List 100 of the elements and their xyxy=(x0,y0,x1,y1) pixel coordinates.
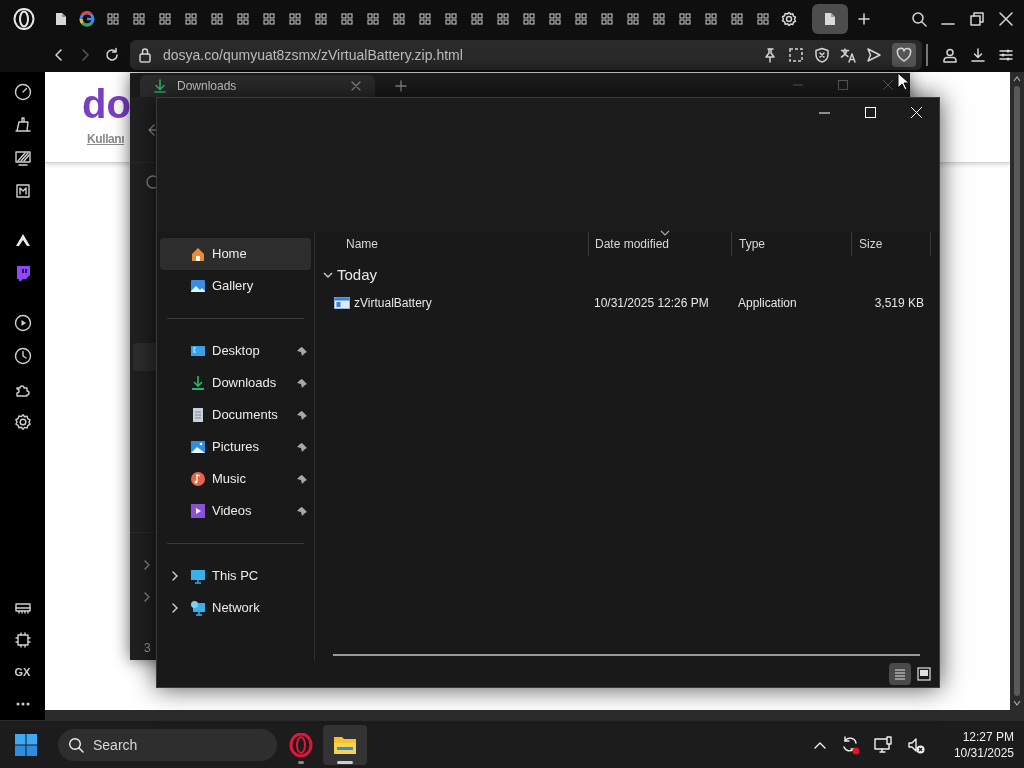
settings-icon xyxy=(781,11,797,27)
nav-item[interactable]: Downloads xyxy=(160,367,311,399)
grid-icon xyxy=(159,13,171,25)
column-header[interactable]: Type xyxy=(731,232,851,256)
nav-item[interactable]: This PC xyxy=(160,560,311,592)
grid-icon xyxy=(237,13,249,25)
play-icon[interactable] xyxy=(13,313,32,332)
nav-item[interactable]: Home xyxy=(160,238,311,270)
column-header[interactable]: Date modified xyxy=(588,232,731,256)
plus-icon[interactable] xyxy=(395,80,407,92)
clock[interactable]: 12:27 PM 10/31/2025 xyxy=(934,728,1014,761)
translate-icon[interactable] xyxy=(840,47,856,63)
status-text: 3 xyxy=(144,640,151,657)
file-type: Application xyxy=(738,296,797,310)
heart-button[interactable] xyxy=(892,43,916,67)
document-icon xyxy=(55,12,67,26)
file-row[interactable]: zVirtualBattery 10/31/2025 12:26 PM Application 3,519 KB xyxy=(315,292,939,314)
pin-icon[interactable] xyxy=(762,47,778,63)
striped-screen-icon[interactable] xyxy=(13,148,32,167)
grid-icon xyxy=(601,13,613,25)
grid-icon xyxy=(211,13,223,25)
group-header[interactable]: Today xyxy=(337,263,378,287)
grid-icon xyxy=(185,13,197,25)
browser-tab[interactable] xyxy=(812,4,848,34)
grid-icon xyxy=(731,13,743,25)
nav-item[interactable]: Gallery xyxy=(160,270,311,302)
grid-icon xyxy=(419,13,431,25)
grid-icon xyxy=(445,13,457,25)
page-link[interactable]: Kullanı xyxy=(87,130,125,148)
download-icon[interactable] xyxy=(970,47,986,63)
music-note-icon xyxy=(190,471,206,487)
nav-item[interactable]: Pictures xyxy=(160,431,311,463)
download-icon xyxy=(190,375,206,391)
grid-icon xyxy=(393,13,405,25)
url-text: dosya.co/qumyuat8zsmx/zVirtualBattery.zip.html xyxy=(163,45,463,65)
opera-logo-icon[interactable] xyxy=(13,8,35,30)
maximize-icon[interactable] xyxy=(837,80,848,90)
menu-icon[interactable] xyxy=(998,47,1014,63)
search-field[interactable]: Search xyxy=(58,728,277,761)
maximize-icon xyxy=(864,106,876,118)
gallery-icon xyxy=(190,278,206,294)
network-icon xyxy=(190,600,206,616)
speedometer-icon[interactable] xyxy=(13,82,32,101)
details-view-icon xyxy=(892,666,908,682)
picture-icon xyxy=(190,439,206,455)
account-icon[interactable] xyxy=(942,47,958,63)
send-icon[interactable] xyxy=(866,47,882,63)
nav-item[interactable]: Documents xyxy=(160,399,311,431)
cpu-icon[interactable] xyxy=(13,631,32,649)
horizontal-scrollbar[interactable] xyxy=(45,710,1024,720)
shield-icon[interactable] xyxy=(814,47,830,63)
chip-m-icon[interactable] xyxy=(13,181,32,200)
heart-icon xyxy=(896,47,912,63)
video-icon xyxy=(190,503,206,519)
more-icon[interactable] xyxy=(14,701,31,707)
nav-item[interactable]: Network xyxy=(160,592,311,624)
chevron-icon[interactable] xyxy=(171,570,179,582)
close-icon xyxy=(910,106,922,118)
file-size: 3,519 KB xyxy=(874,296,924,310)
time-text: 12:27 PM xyxy=(962,728,1014,745)
chevron-icon[interactable] xyxy=(171,602,179,614)
file-name: zVirtualBattery xyxy=(354,295,432,312)
grid-icon xyxy=(523,13,535,25)
nav-item[interactable]: Videos xyxy=(160,495,311,527)
easel-icon[interactable] xyxy=(13,115,32,134)
grid-icon xyxy=(471,13,483,25)
search-icon[interactable] xyxy=(911,11,927,27)
clock-icon[interactable] xyxy=(13,346,32,365)
display-icon[interactable] xyxy=(873,734,893,755)
grid-icon xyxy=(757,13,769,25)
snapshot-icon[interactable] xyxy=(788,47,804,63)
taskbar-app[interactable] xyxy=(323,724,367,765)
google-icon xyxy=(79,11,95,27)
home-icon xyxy=(190,246,206,262)
nav-item[interactable]: Desktop xyxy=(160,335,311,367)
date-text: 10/31/2025 xyxy=(953,744,1014,761)
grid-icon xyxy=(705,13,717,25)
grid-icon xyxy=(627,13,639,25)
column-header[interactable]: Name xyxy=(315,232,588,256)
desktop-icon xyxy=(190,343,206,359)
grid-icon xyxy=(367,13,379,25)
grid-icon xyxy=(679,13,691,25)
vertical-scrollbar[interactable] xyxy=(1010,72,1024,710)
windows-start-icon[interactable] xyxy=(14,732,38,757)
grid-icon xyxy=(263,13,275,25)
horizontal-scrollbar[interactable] xyxy=(333,654,920,656)
nav-item[interactable]: Music xyxy=(160,463,311,495)
settings-icon[interactable] xyxy=(13,412,32,431)
grid-icon xyxy=(549,13,561,25)
browser-tab[interactable]: Downloads xyxy=(140,75,375,97)
date-modified: 10/31/2025 12:26 PM xyxy=(594,296,709,310)
reload-icon[interactable] xyxy=(104,47,120,63)
gx-button[interactable]: GX xyxy=(14,663,31,681)
grid-icon xyxy=(341,13,353,25)
address-bar[interactable]: dosya.co/qumyuat8zsmx/zVirtualBattery.zip.html xyxy=(130,40,922,70)
opera-icon xyxy=(289,732,313,757)
sync-icon[interactable] xyxy=(840,734,860,755)
restore-icon[interactable] xyxy=(969,11,985,27)
column-header[interactable]: Size xyxy=(851,232,931,256)
sort-caret-icon xyxy=(660,230,670,236)
